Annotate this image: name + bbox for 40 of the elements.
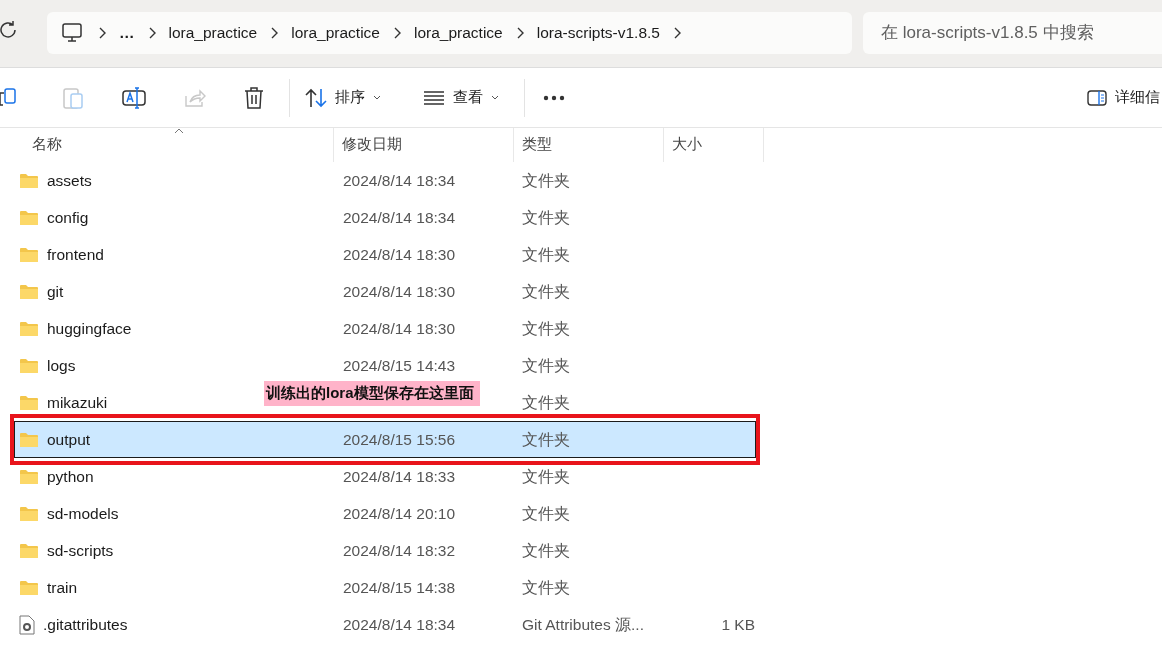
file-name: .gitattributes (43, 614, 128, 635)
file-type: 文件夹 (522, 430, 570, 448)
file-type: 文件夹 (522, 319, 570, 337)
modified-date: 2024/8/14 18:33 (343, 467, 456, 485)
modified-date: 2024/8/15 14:38 (343, 578, 456, 596)
modified-date: 2024/8/15 15:56 (343, 430, 456, 448)
file-name: config (47, 207, 89, 228)
file-name: huggingface (47, 318, 132, 339)
file-name: python (47, 466, 94, 487)
file-name: sd-scripts (47, 540, 114, 561)
modified-date: 2024/8/14 18:30 (343, 319, 456, 337)
file-type: 文件夹 (522, 393, 570, 411)
modified-date: 2024/8/14 20:10 (343, 504, 456, 522)
file-type: 文件夹 (522, 504, 570, 522)
file-type: 文件夹 (522, 578, 570, 596)
modified-date: 2024/8/14 18:34 (343, 171, 456, 189)
modified-date: 2024/8/14 18:30 (343, 245, 456, 263)
file-name: assets (47, 170, 92, 191)
file-size: 1 KB (721, 615, 755, 633)
file-name: logs (47, 355, 76, 376)
file-type: 文件夹 (522, 171, 570, 189)
file-type: 文件夹 (522, 467, 570, 485)
modified-date: 2024/8/14 18:32 (343, 541, 456, 559)
file-name: train (47, 577, 78, 598)
file-type: 文件夹 (522, 541, 570, 559)
file-name: frontend (47, 244, 104, 265)
file-name: output (47, 429, 91, 450)
modified-date: 2024/8/14 18:34 (343, 615, 456, 633)
file-name: git (47, 281, 64, 302)
file-type: 文件夹 (522, 245, 570, 263)
file-name: mikazuki (47, 392, 108, 413)
file-type: 文件夹 (522, 356, 570, 374)
file-type: 文件夹 (522, 208, 570, 226)
annotation-callout-tooltip: 训练出的lora模型保存在这里面 (264, 381, 480, 406)
file-type: 文件夹 (522, 282, 570, 300)
modified-date: 2024/8/14 18:30 (343, 282, 456, 300)
modified-date: 2024/8/15 14:43 (343, 356, 456, 374)
file-type: Git Attributes 源... (522, 615, 644, 633)
modified-date: 2024/8/14 18:34 (343, 208, 456, 226)
file-name: sd-models (47, 503, 119, 524)
